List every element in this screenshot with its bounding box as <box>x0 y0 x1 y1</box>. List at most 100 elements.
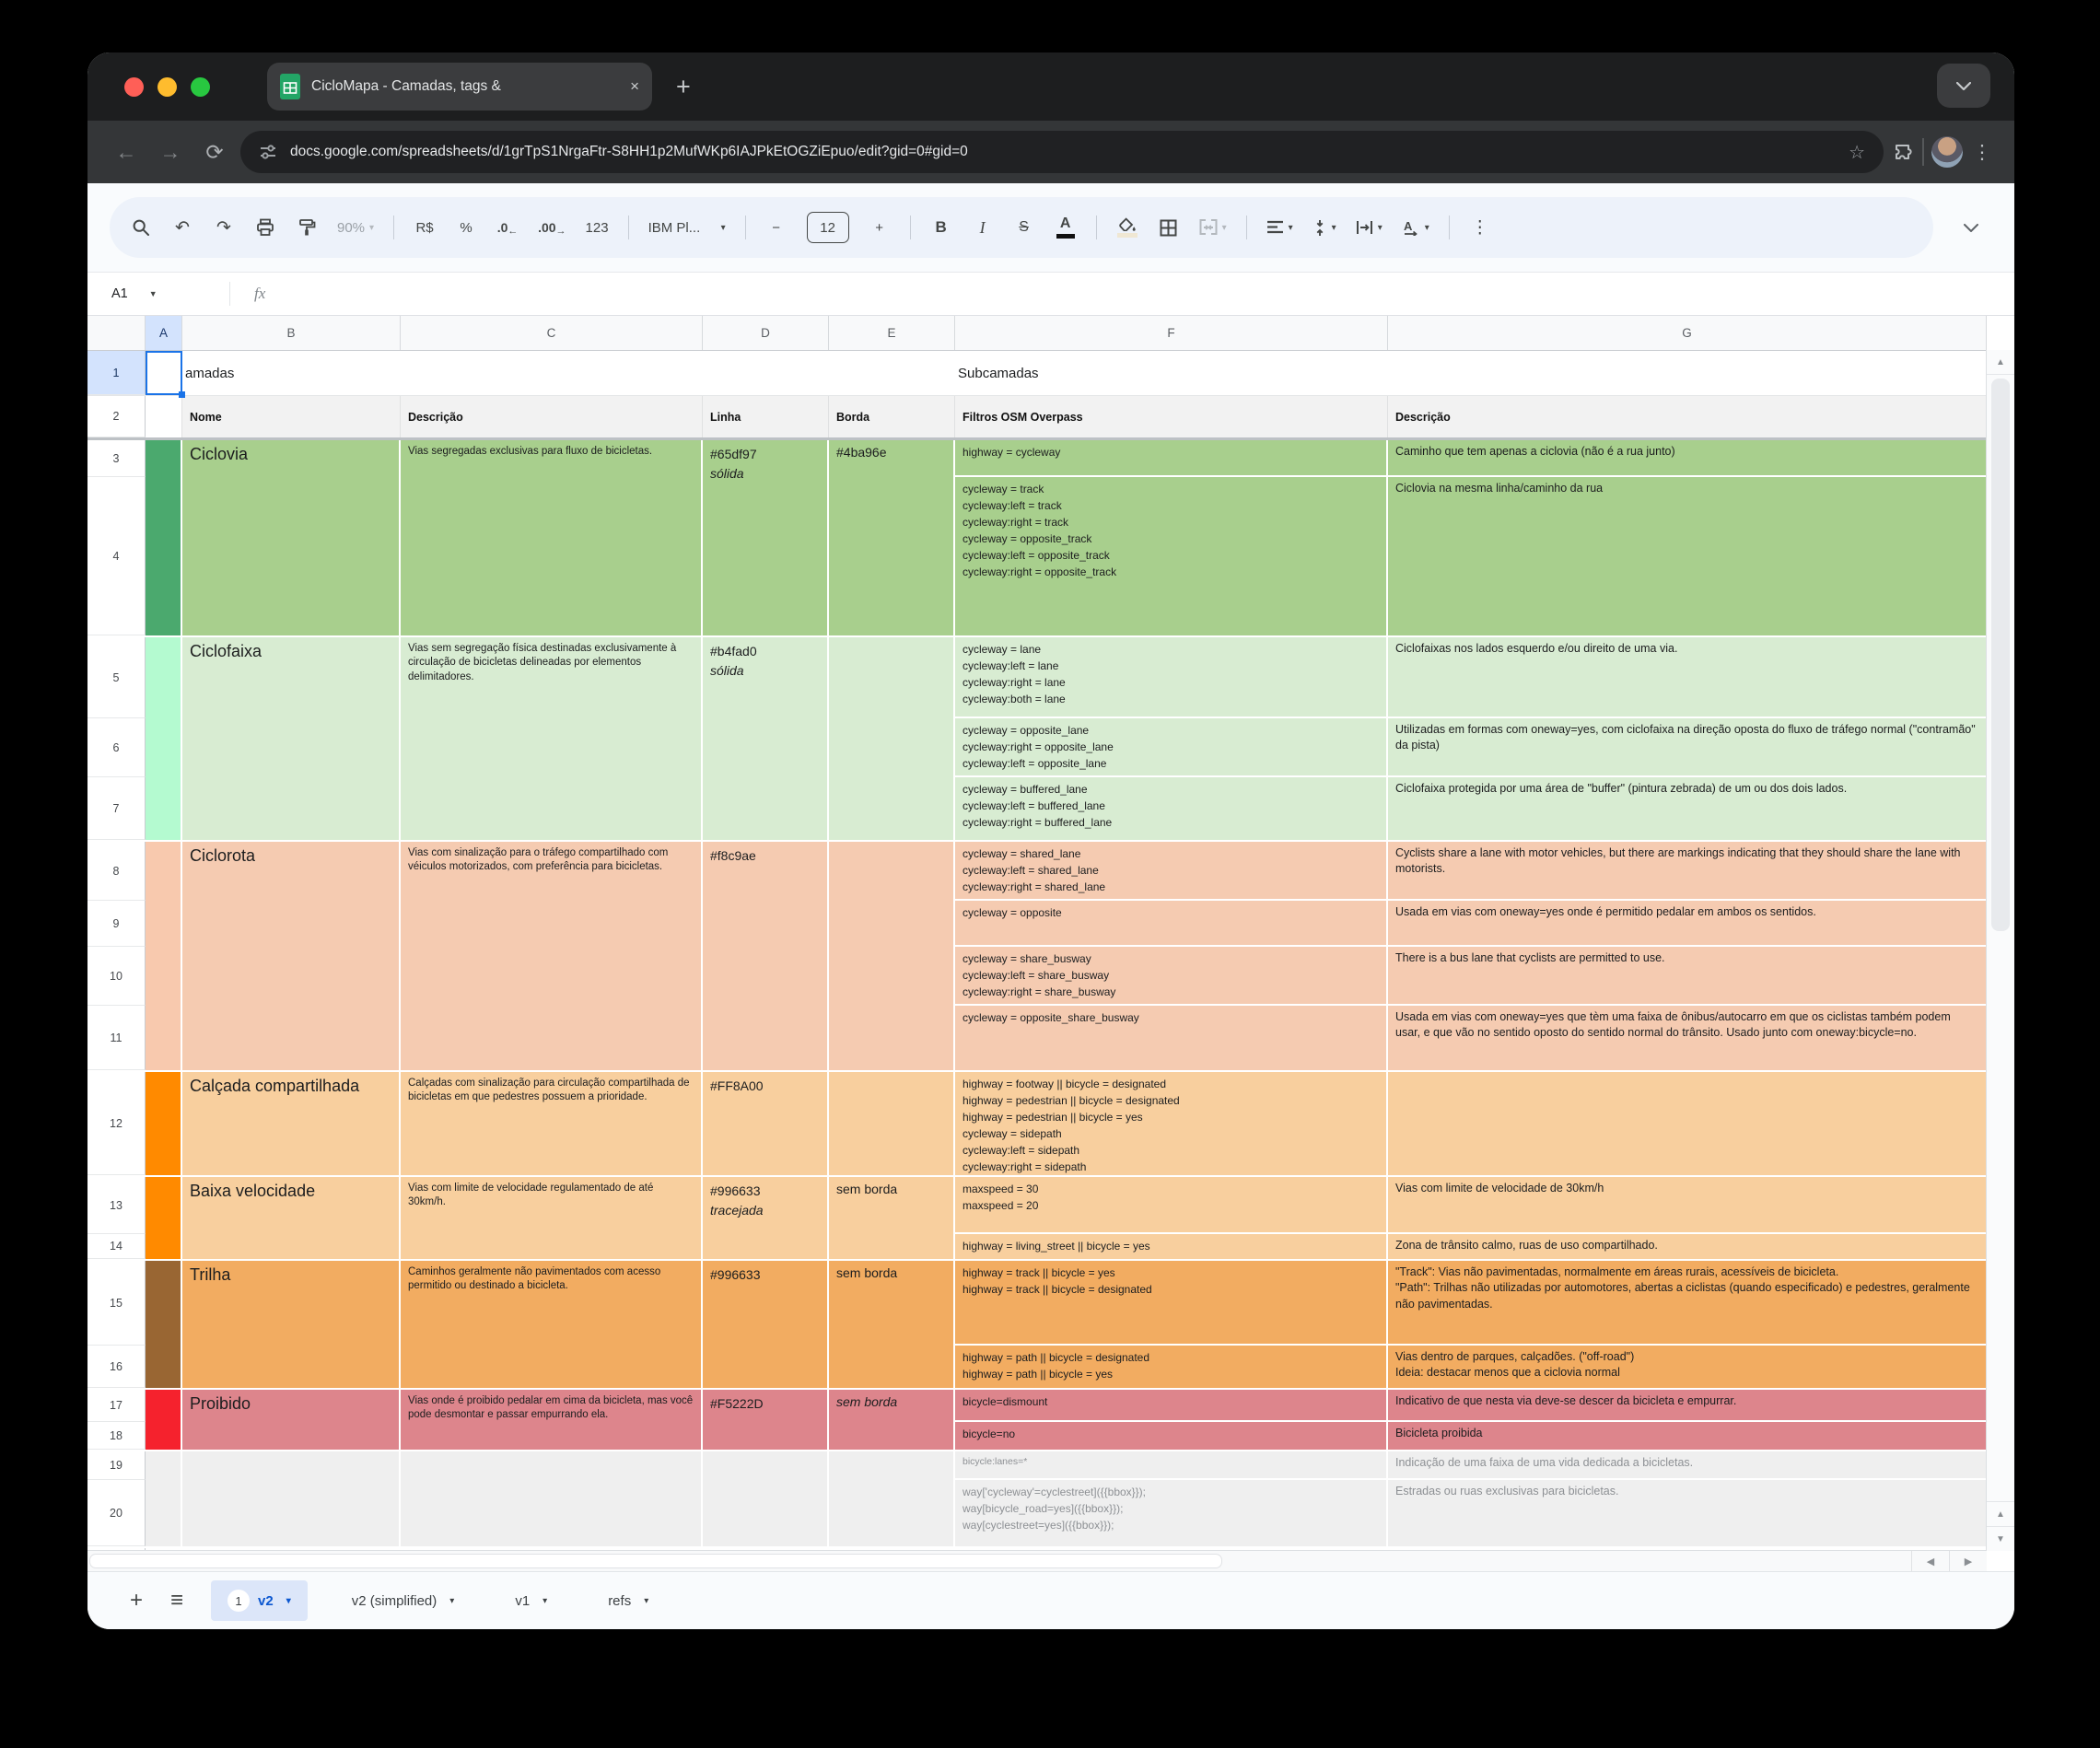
row-header[interactable]: 11 <box>88 1006 146 1070</box>
column-header-g[interactable]: G <box>1388 316 1987 350</box>
layer-borda-cell[interactable] <box>829 637 955 840</box>
borders-button[interactable] <box>1158 214 1180 241</box>
column-header-d[interactable]: D <box>703 316 829 350</box>
chevron-down-icon[interactable]: ▾ <box>449 1596 454 1606</box>
subdesc-cell[interactable]: Usada em vias com oneway=yes que tèm uma… <box>1388 1006 1987 1070</box>
row-header[interactable]: 12 <box>88 1072 146 1175</box>
filters-cell[interactable]: cycleway = lane cycleway:left = lane cyc… <box>955 637 1388 718</box>
font-family-select[interactable]: IBM Pl... ▾ <box>648 214 726 241</box>
subdesc-cell[interactable]: Indicação de uma faixa de uma vida dedic… <box>1388 1451 1987 1480</box>
row-header-2[interactable]: 2 <box>88 396 146 437</box>
browser-menu-icon[interactable]: ⋮ <box>1970 141 1994 164</box>
subdesc-cell[interactable]: Indicativo de que nesta via deve-se desc… <box>1388 1390 1987 1422</box>
back-icon[interactable]: ← <box>108 140 145 165</box>
column-header-b[interactable]: B <box>182 316 401 350</box>
row-header[interactable]: 3 <box>88 440 146 477</box>
cell-camadas[interactable]: amadas <box>182 351 955 395</box>
layer-color-strip[interactable] <box>146 1451 182 1546</box>
cell-descricao-g-header[interactable]: Descrição <box>1388 396 1987 437</box>
row-header[interactable]: 13 <box>88 1177 146 1234</box>
row-header[interactable]: 16 <box>88 1346 146 1388</box>
layer-color-strip[interactable] <box>146 1390 182 1450</box>
sheet-tab-v1[interactable]: v1 ▾ <box>498 1580 564 1621</box>
filters-cell[interactable]: highway = track || bicycle = yes highway… <box>955 1261 1388 1346</box>
row-header[interactable]: 6 <box>88 718 146 777</box>
search-icon[interactable] <box>130 214 152 241</box>
subdesc-cell[interactable]: Ciclofaixa protegida por uma área de "bu… <box>1388 777 1987 840</box>
sheet-tab-v2[interactable]: 1 v2 ▾ <box>211 1580 308 1621</box>
subdesc-cell[interactable] <box>1388 1072 1987 1175</box>
filters-cell[interactable]: cycleway = opposite_lane cycleway:right … <box>955 718 1388 777</box>
scroll-down-icon[interactable]: ▼ <box>1987 1526 2014 1551</box>
layer-borda-cell[interactable] <box>829 1451 955 1546</box>
layer-borda-cell[interactable]: #4ba96e <box>829 440 955 635</box>
forward-icon[interactable]: → <box>152 140 189 165</box>
subdesc-cell[interactable]: "Track": Vias não pavimentadas, normalme… <box>1388 1261 1987 1346</box>
print-icon[interactable] <box>254 214 276 241</box>
merge-cells-button[interactable]: ▾ <box>1199 214 1227 241</box>
row-header[interactable]: 19 <box>88 1451 146 1480</box>
cell-filtros-header[interactable]: Filtros OSM Overpass <box>955 396 1388 437</box>
filters-cell[interactable]: cycleway = opposite <box>955 901 1388 947</box>
hide-menus-button[interactable] <box>1950 224 1992 232</box>
subdesc-cell[interactable]: Ciclovia na mesma linha/caminho da rua <box>1388 477 1987 635</box>
active-browser-tab[interactable]: CicloMapa - Camadas, tags & × <box>267 63 652 111</box>
layer-name-cell[interactable]: Ciclorota <box>182 842 401 1070</box>
filters-cell[interactable]: way['cycleway'=cyclestreet]({{bbox}}); w… <box>955 1480 1388 1546</box>
layer-linha-cell[interactable]: #996633tracejada <box>703 1177 829 1259</box>
address-bar[interactable]: docs.google.com/spreadsheets/d/1grTpS1Nr… <box>240 131 1884 173</box>
corner-cell[interactable] <box>88 316 146 350</box>
row-header[interactable]: 18 <box>88 1422 146 1450</box>
layer-color-strip[interactable] <box>146 637 182 840</box>
filters-cell[interactable]: bicycle=dismount <box>955 1390 1388 1422</box>
layer-name-cell[interactable]: Trilha <box>182 1261 401 1388</box>
italic-button[interactable]: I <box>972 214 994 241</box>
subdesc-cell[interactable]: Bicicleta proibida <box>1388 1422 1987 1450</box>
layer-linha-cell[interactable]: #65df97sólida <box>703 440 829 635</box>
row-header[interactable]: 15 <box>88 1261 146 1346</box>
bookmark-star-icon[interactable]: ☆ <box>1849 141 1865 164</box>
layer-linha-cell[interactable]: #b4fad0sólida <box>703 637 829 840</box>
tab-close-icon[interactable]: × <box>630 77 639 96</box>
scroll-left-icon[interactable]: ◀ <box>1911 1551 1949 1571</box>
layer-color-strip[interactable] <box>146 1261 182 1388</box>
layer-borda-cell[interactable]: sem borda <box>829 1261 955 1388</box>
layer-name-cell[interactable] <box>182 1451 401 1546</box>
layer-linha-cell[interactable] <box>703 1451 829 1546</box>
paint-format-icon[interactable] <box>296 214 318 241</box>
fx-icon[interactable]: fx <box>229 282 265 306</box>
currency-format-button[interactable]: R$ <box>414 214 436 241</box>
add-sheet-button[interactable]: + <box>130 1588 143 1614</box>
layer-linha-cell[interactable]: #996633 <box>703 1261 829 1388</box>
selected-cell-a1[interactable] <box>146 351 182 395</box>
layer-name-cell[interactable]: Baixa velocidade <box>182 1177 401 1259</box>
layer-description-cell[interactable]: Caminhos geralmente não pavimentados com… <box>401 1261 703 1388</box>
subdesc-cell[interactable]: Caminho que tem apenas a ciclovia (não é… <box>1388 440 1987 477</box>
layer-linha-cell[interactable]: #FF8A00 <box>703 1072 829 1175</box>
layer-description-cell[interactable]: Vias onde é proibido pedalar em cima da … <box>401 1390 703 1450</box>
layer-name-cell[interactable]: Ciclovia <box>182 440 401 635</box>
layer-description-cell[interactable]: Vias com limite de velocidade regulament… <box>401 1177 703 1259</box>
filters-cell[interactable]: highway = cycleway <box>955 440 1388 477</box>
layer-linha-cell[interactable]: #F5222D <box>703 1390 829 1450</box>
cell-nome-header[interactable]: Nome <box>182 396 401 437</box>
layer-description-cell[interactable]: Vias com sinalização para o tráfego comp… <box>401 842 703 1070</box>
layer-description-cell[interactable] <box>401 1451 703 1546</box>
filters-cell[interactable]: cycleway = shared_lane cycleway:left = s… <box>955 842 1388 901</box>
filters-cell[interactable]: highway = path || bicycle = designated h… <box>955 1346 1388 1388</box>
fill-handle[interactable] <box>179 391 185 398</box>
minimize-window-button[interactable] <box>158 77 177 97</box>
cell[interactable] <box>146 396 182 437</box>
sheet-tab-v2-simplified[interactable]: v2 (simplified) ▾ <box>335 1580 472 1621</box>
text-rotation-button[interactable]: A ▾ <box>1402 214 1429 241</box>
filters-cell[interactable]: highway = footway || bicycle = designate… <box>955 1072 1388 1175</box>
subdesc-cell[interactable]: Vias com limite de velocidade de 30km/h <box>1388 1177 1987 1234</box>
column-header-f[interactable]: F <box>955 316 1388 350</box>
chevron-down-icon[interactable]: ▾ <box>644 1596 648 1606</box>
layer-borda-cell[interactable] <box>829 842 955 1070</box>
subdesc-cell[interactable]: Zona de trânsito calmo, ruas de uso comp… <box>1388 1234 1987 1259</box>
subdesc-cell[interactable]: Cyclists share a lane with motor vehicle… <box>1388 842 1987 901</box>
cell-borda-header[interactable]: Borda <box>829 396 955 437</box>
row-header[interactable]: 5 <box>88 637 146 718</box>
decrease-font-size-button[interactable]: − <box>765 214 788 241</box>
